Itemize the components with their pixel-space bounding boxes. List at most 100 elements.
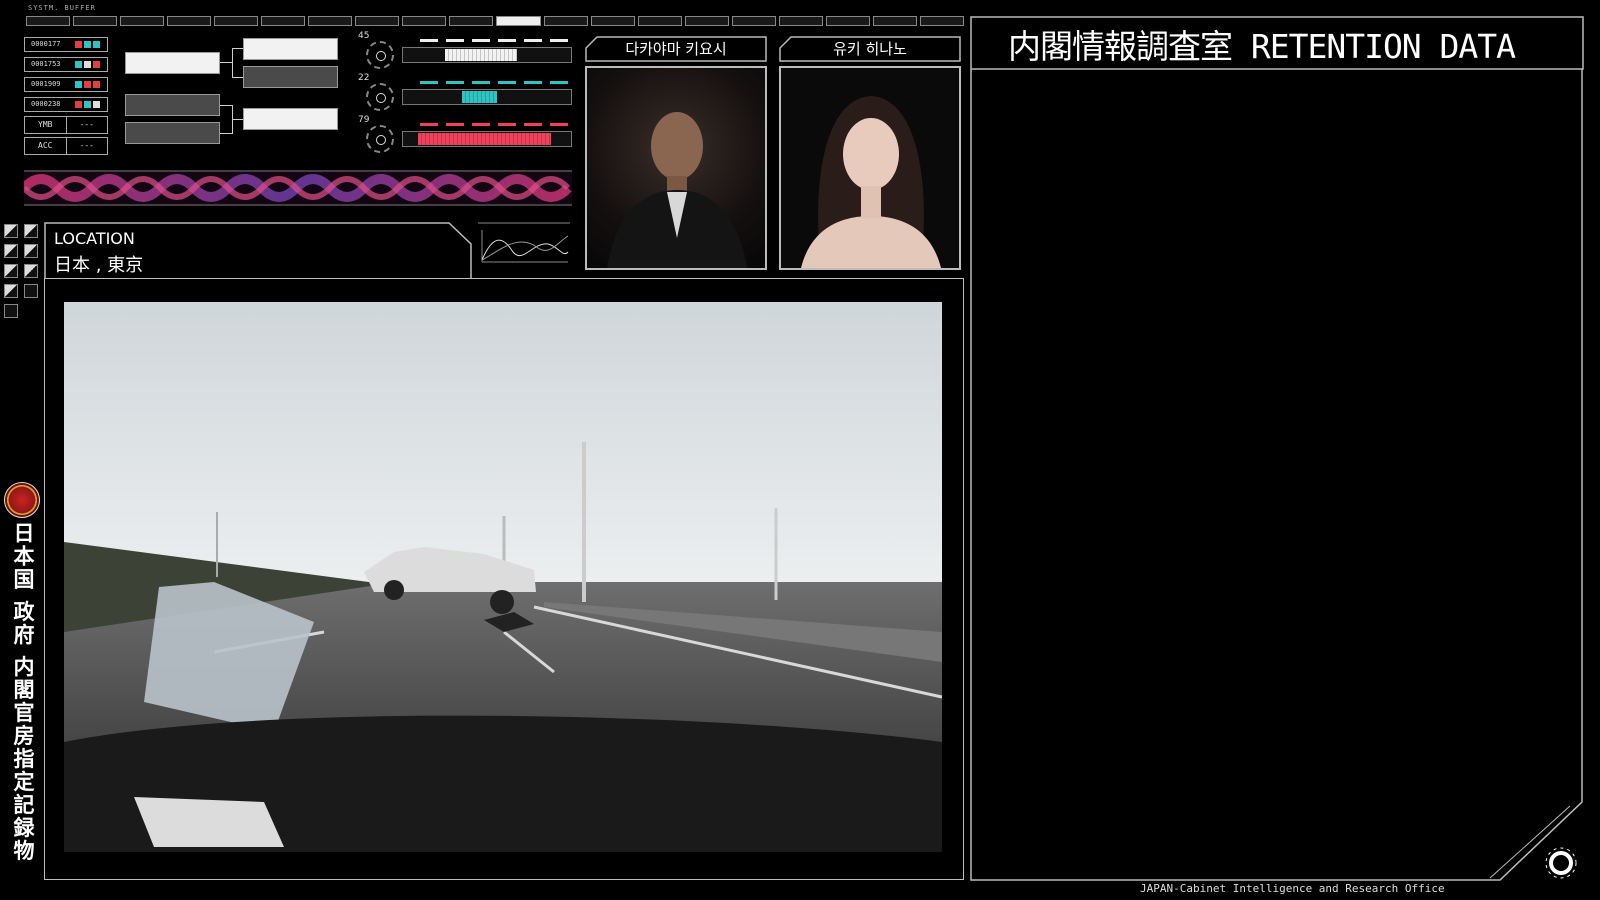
ruler-segment[interactable]: [919, 16, 964, 26]
indicator-square: [24, 264, 38, 278]
indicator-square: [4, 224, 18, 238]
gauge-bar: [402, 47, 572, 63]
dashcam-scene: [64, 302, 942, 852]
status-swatch: [84, 81, 91, 88]
indicator-square: [4, 284, 18, 298]
dash-line: [420, 123, 570, 126]
indicator-square: [24, 284, 38, 298]
bracket-block: [125, 122, 220, 144]
ruler-segment[interactable]: [872, 16, 917, 26]
gauge-number: 22: [358, 73, 370, 83]
target-reticle-icon[interactable]: [1544, 846, 1578, 880]
dash-line: [420, 39, 570, 42]
gauge-number: 79: [358, 115, 370, 125]
status-swatch: [93, 41, 100, 48]
indicator-square: [24, 244, 38, 258]
id-row[interactable]: 0001909: [24, 77, 108, 92]
kv-key: ACC: [38, 141, 53, 150]
ruler-segment[interactable]: [684, 16, 729, 26]
key-value-ymb[interactable]: YMB ---: [24, 116, 108, 134]
key-value-acc[interactable]: ACC ---: [24, 137, 108, 155]
ruler-segment[interactable]: [261, 16, 306, 26]
status-swatch: [75, 101, 82, 108]
ruler-segment[interactable]: [73, 16, 118, 26]
status-swatch: [84, 101, 91, 108]
bracket-block: [243, 66, 338, 88]
ruler-segment[interactable]: [543, 16, 588, 26]
id-row[interactable]: 0001753: [24, 57, 108, 72]
status-swatch: [84, 41, 91, 48]
person-silhouette-icon: [607, 112, 747, 268]
kv-value: ---: [65, 138, 108, 154]
gauge-fill: [418, 133, 551, 145]
id-number: 0000238: [31, 100, 61, 108]
gauge-number: 45: [358, 31, 370, 41]
ruler-segment[interactable]: [731, 16, 776, 26]
gauge-bar: [402, 131, 572, 147]
retention-panel-frame: [970, 16, 1584, 881]
status-swatch: [93, 61, 100, 68]
status-swatch: [93, 101, 100, 108]
indicator-square: [4, 304, 18, 318]
person-silhouette-icon: [801, 96, 941, 268]
location-value: 日本 , 東京: [54, 255, 144, 276]
kv-key: YMB: [38, 120, 53, 129]
gauge-fill: [445, 49, 518, 61]
system-label: SYSTM. BUFFER: [28, 4, 96, 12]
gauge-bar: [402, 89, 572, 105]
id-number: 0001909: [31, 80, 61, 88]
ruler-segment[interactable]: [167, 16, 212, 26]
ruler-segment[interactable]: [120, 16, 165, 26]
indicator-square: [4, 244, 18, 258]
dial-icon: [366, 83, 394, 111]
gauge-fill: [461, 91, 497, 103]
id-row[interactable]: 0000177: [24, 37, 108, 52]
portrait-1[interactable]: [585, 66, 767, 270]
location-label: LOCATION: [54, 229, 135, 248]
bracket-block: [125, 52, 220, 74]
connector: [220, 133, 232, 134]
connector: [232, 119, 243, 120]
bracket-block: [243, 38, 338, 60]
ruler-segment[interactable]: [26, 16, 71, 26]
connector: [232, 48, 233, 78]
id-number: 0001753: [31, 60, 61, 68]
government-emblem-icon: [4, 482, 40, 518]
ruler-segment[interactable]: [449, 16, 494, 26]
connector: [220, 105, 232, 106]
dial-icon: [366, 125, 394, 153]
id-row[interactable]: 0000238: [24, 97, 108, 112]
status-swatch: [75, 81, 82, 88]
waveform-strip: [24, 170, 572, 206]
person-name-1: 다카야마 키요시: [625, 40, 727, 58]
status-swatch: [75, 41, 82, 48]
portrait-2[interactable]: [779, 66, 961, 270]
dashcam-video[interactable]: [64, 302, 942, 852]
vertical-caption: 日本国 政府 内閣官房指定記録物: [11, 522, 35, 863]
ruler-segment[interactable]: [825, 16, 870, 26]
ruler-segment[interactable]: [778, 16, 823, 26]
indicator-square: [24, 224, 38, 238]
dash-line: [420, 81, 570, 84]
bracket-block: [125, 94, 220, 116]
ruler-segment[interactable]: [496, 16, 541, 26]
kv-value: ---: [65, 117, 108, 133]
bracket-block: [243, 108, 338, 130]
mini-graph: [478, 222, 570, 263]
ruler-segment[interactable]: [637, 16, 682, 26]
dial-icon: [366, 41, 394, 69]
ruler-segment[interactable]: [402, 16, 447, 26]
ruler-segment[interactable]: [214, 16, 259, 26]
footer-caption: JAPAN-Cabinet Intelligence and Research …: [1140, 882, 1445, 895]
connector: [232, 48, 243, 49]
connector: [220, 62, 232, 63]
indicator-square: [4, 264, 18, 278]
top-ruler: [26, 16, 964, 26]
ruler-segment[interactable]: [590, 16, 635, 26]
person-name-2: 유키 히나노: [833, 40, 907, 58]
ruler-segment[interactable]: [308, 16, 353, 26]
ruler-segment[interactable]: [355, 16, 400, 26]
connector: [232, 77, 243, 78]
status-swatch: [93, 81, 100, 88]
retention-title: 内閣情報調査室 RETENTION DATA: [1008, 27, 1516, 66]
